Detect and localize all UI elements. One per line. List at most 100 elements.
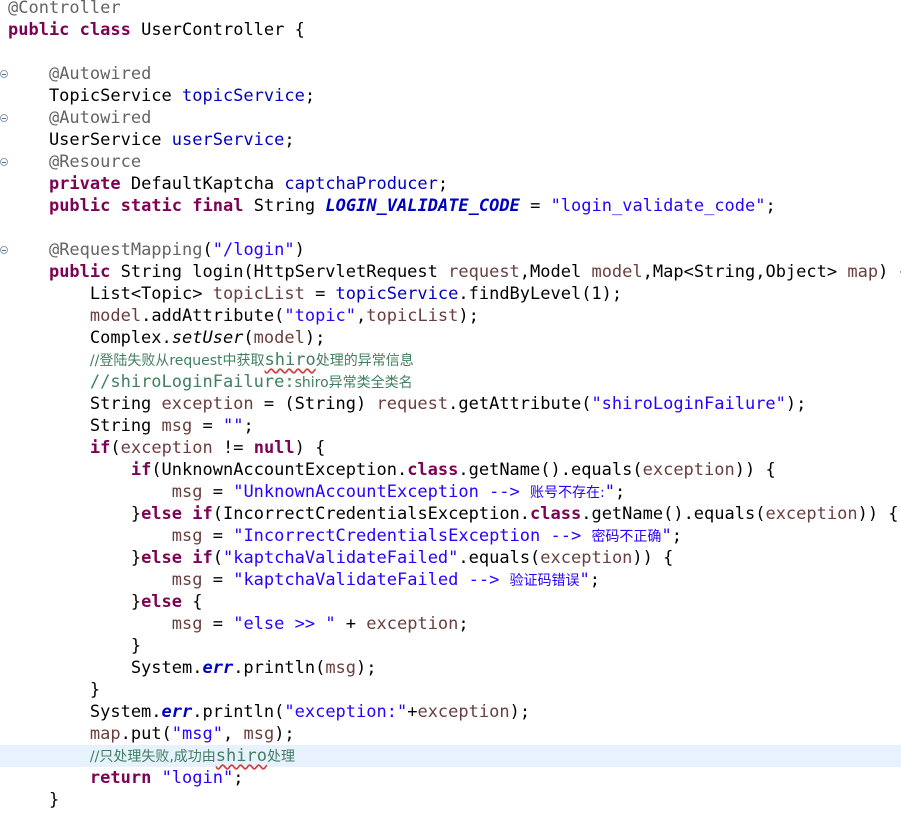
code-token: msg [171,614,203,634]
code-line[interactable]: if(exception != null) { [0,437,901,459]
code-line-text: private DefaultKaptcha captchaProducer; [8,173,448,195]
code-token: shiro [215,746,267,766]
code-line[interactable] [0,41,901,63]
code-line[interactable]: String msg = ""; [0,415,901,437]
code-line[interactable]: TopicService topicService; [0,85,901,107]
code-line[interactable]: String exception = (String) request.getA… [0,393,901,415]
code-line[interactable]: public class UserController { [0,19,901,41]
code-token: null [253,438,295,458]
code-editor[interactable]: @Controller public class UserController {… [0,0,901,816]
code-line[interactable]: if(UnknownAccountException.class.getName… [0,459,901,481]
code-token: ) { [294,438,326,458]
code-token: private [48,174,121,194]
fold-collapse-icon[interactable] [0,246,8,254]
code-line[interactable]: public static final String LOGIN_VALIDAT… [0,195,901,217]
code-line[interactable]: private DefaultKaptcha captchaProducer; [0,173,901,195]
code-line[interactable]: List<Topic> topicList = topicService.fin… [0,283,901,305]
code-line-text: model.addAttribute("topic",topicList); [8,305,479,327]
code-line[interactable]: @Controller [0,0,901,19]
code-line[interactable]: map.put("msg", msg); [0,723,901,745]
code-line[interactable]: msg = "kaptchaValidateFailed --> 验证码错误"; [0,569,901,591]
code-line[interactable]: @Resource [0,151,901,173]
code-token: } [8,680,101,700]
code-line-text: } [8,789,59,811]
code-line[interactable]: msg = "UnknownAccountException --> 账号不存在… [0,481,901,503]
code-line[interactable]: @Autowired [0,63,901,85]
code-token: map [89,724,121,744]
code-token: UserController { [130,20,305,40]
code-token: "UnknownAccountException --> [233,482,531,502]
fold-collapse-icon[interactable] [0,158,8,166]
code-token: exception [366,614,459,634]
code-token: exception [120,438,213,458]
code-token: err [161,702,193,722]
code-token: exception [417,702,510,722]
code-line-text: System.err.println("exception:"+exceptio… [8,701,530,723]
code-token: TopicService [8,86,182,106]
code-token: .equals( [458,548,541,568]
code-token: //shiroLoginFailure: [89,372,295,392]
code-token: exception [765,504,858,524]
code-token: = [202,614,234,634]
code-token: } [8,548,142,568]
code-token: else [141,548,183,568]
code-line[interactable] [0,217,901,239]
code-line[interactable]: //登陆失败从request中获取shiro处理的异常信息 [0,349,901,371]
code-token: String login(HttpServletRequest [110,262,449,282]
code-token: model [253,328,305,348]
fold-collapse-icon[interactable] [0,114,8,122]
code-line[interactable]: Complex.setUser(model); [0,327,901,349]
code-line-text: @Autowired [8,63,151,85]
code-token: Complex. [8,328,172,348]
code-token: static [120,196,183,216]
code-line[interactable]: msg = "else >> " + exception; [0,613,901,635]
code-token: String [8,416,162,436]
code-line[interactable]: }else if("kaptchaValidateFailed".equals(… [0,547,901,569]
code-token: )) { [857,504,899,524]
code-token: ; [589,570,601,590]
code-line[interactable]: } [0,635,901,657]
code-token: ); [458,306,479,326]
code-line[interactable]: model.addAttribute("topic",topicList); [0,305,901,327]
code-token: String [243,196,326,216]
code-line[interactable]: //shiroLoginFailure:shiro异常类全类名 [0,371,901,393]
code-token: , [222,724,244,744]
code-token: @Autowired [48,64,152,84]
code-token: map [847,262,879,282]
fold-collapse-icon[interactable] [0,70,8,78]
code-token: = [202,526,234,546]
code-line[interactable]: @RequestMapping("/login") [0,239,901,261]
code-token: ); [274,724,295,744]
code-token: "else >> " [233,614,336,634]
code-line[interactable]: UserService userService; [0,129,901,151]
code-token: shiro [264,350,316,370]
code-token: ( [110,438,121,458]
code-line[interactable]: msg = "IncorrectCredentialsException -->… [0,525,901,547]
code-line[interactable]: System.err.println("exception:"+exceptio… [0,701,901,723]
code-line[interactable]: }else { [0,591,901,613]
code-line-text: }else { [8,591,203,613]
code-token: .println( [233,658,326,678]
code-line[interactable]: System.err.println(msg); [0,657,901,679]
code-token: msg [171,482,203,502]
code-line[interactable]: //只处理失败,成功由shiro处理 [0,745,901,767]
code-token: )) { [734,460,776,480]
code-line[interactable]: } [0,679,901,701]
code-line[interactable]: @Autowired [0,107,901,129]
code-line-text: }else if(IncorrectCredentialsException.c… [8,503,899,525]
code-token: System. [8,702,162,722]
code-line[interactable]: public String login(HttpServletRequest r… [0,261,901,283]
code-token: msg [325,658,357,678]
code-line[interactable]: return "login"; [0,767,901,789]
code-line[interactable]: } [0,789,901,811]
code-line-text: //shiroLoginFailure:shiro异常类全类名 [8,371,413,394]
code-line[interactable]: }else if(IncorrectCredentialsException.c… [0,503,901,525]
